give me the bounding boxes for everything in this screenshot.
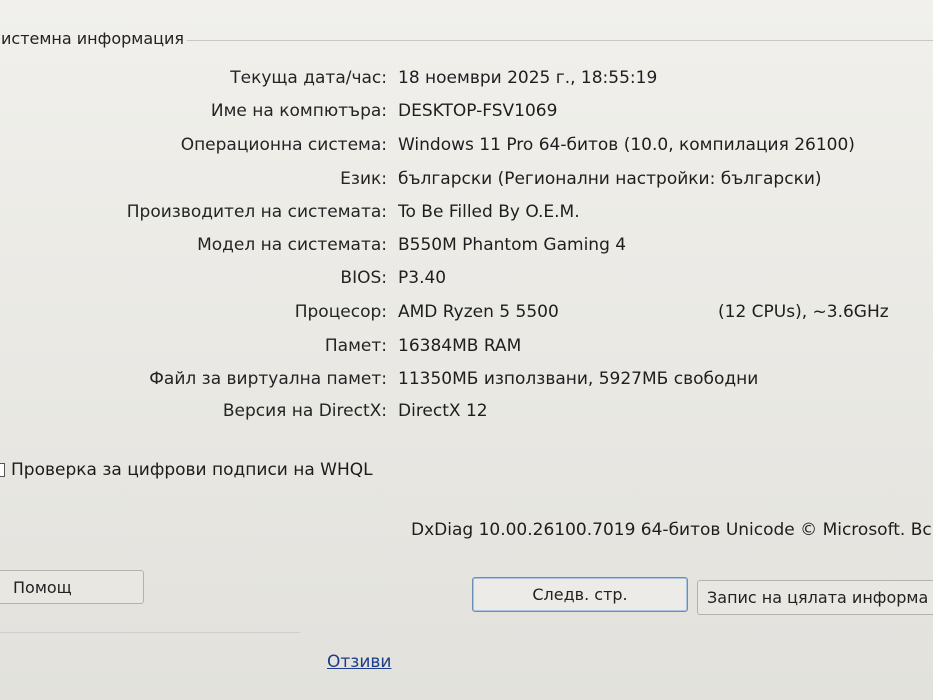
- info-row-manufacturer: Производител на системата: To Be Filled …: [0, 202, 933, 230]
- divider: [0, 632, 300, 633]
- info-label: Текуща дата/час:: [230, 68, 387, 88]
- info-value: AMD Ryzen 5 5500: [398, 302, 559, 322]
- info-label: Име на компютъра:: [210, 101, 387, 121]
- info-label: BIOS:: [340, 268, 387, 288]
- info-label: Производител на системата:: [126, 202, 387, 222]
- info-label: Език:: [340, 169, 387, 189]
- info-row-operating-system: Операционна система: Windows 11 Pro 64-б…: [0, 135, 933, 163]
- checkbox-icon[interactable]: [0, 463, 5, 477]
- info-label: Модел на системата:: [197, 235, 387, 255]
- info-row-bios: BIOS: P3.40: [0, 268, 933, 296]
- info-row-page-file: Файл за виртуална памет: 11350МБ използв…: [0, 369, 933, 397]
- info-row-directx: Версия на DirectX: DirectX 12: [0, 401, 933, 429]
- info-value: DirectX 12: [398, 401, 488, 421]
- info-value: 16384MB RAM: [398, 336, 522, 356]
- info-label: Файл за виртуална памет:: [149, 369, 387, 389]
- whql-checkbox-label: Проверка за цифрови подписи на WHQL: [11, 460, 373, 480]
- info-value: Windows 11 Pro 64-битов (10.0, компилаци…: [398, 135, 855, 155]
- info-row-datetime: Текуща дата/час: 18 ноември 2025 г., 18:…: [0, 68, 933, 96]
- info-row-language: Език: български (Регионални настройки: б…: [0, 169, 933, 197]
- info-label: Операционна система:: [180, 135, 387, 155]
- info-value: B550M Phantom Gaming 4: [398, 235, 627, 255]
- whql-checkbox[interactable]: Проверка за цифрови подписи на WHQL: [0, 458, 373, 482]
- feedback-link[interactable]: Отзиви: [327, 652, 391, 672]
- dxdiag-window: истемна информация Текуща дата/час: 18 н…: [0, 0, 933, 700]
- processor-cores-speed: (12 CPUs), ~3.6GHz: [718, 302, 889, 322]
- info-value: P3.40: [398, 268, 447, 288]
- info-label: Версия на DirectX:: [222, 401, 387, 421]
- group-title: истемна информация: [0, 29, 188, 48]
- info-row-memory: Памет: 16384MB RAM: [0, 336, 933, 364]
- info-value: DESKTOP-FSV1069: [398, 101, 558, 121]
- info-row-model: Модел на системата: B550M Phantom Gaming…: [0, 235, 933, 263]
- dxdiag-version-text: DxDiag 10.00.26100.7019 64-битов Unicode…: [411, 520, 933, 540]
- info-value: 11350МБ използвани, 5927МБ свободни: [398, 369, 759, 389]
- help-button[interactable]: Помощ: [0, 570, 144, 604]
- info-row-computer-name: Име на компютъра: DESKTOP-FSV1069: [0, 101, 933, 129]
- info-value: To Be Filled By O.E.M.: [398, 202, 580, 222]
- info-value: 18 ноември 2025 г., 18:55:19: [398, 68, 658, 88]
- info-value: български (Регионални настройки: българс…: [398, 169, 822, 189]
- next-page-button[interactable]: Следв. стр.: [472, 577, 688, 612]
- info-row-processor: Процесор: AMD Ryzen 5 5500 (12 CPUs), ~3…: [0, 302, 933, 330]
- info-label: Процесор:: [294, 302, 387, 322]
- save-all-information-button[interactable]: Запис на цялата информа: [697, 580, 933, 615]
- info-label: Памет:: [324, 336, 387, 356]
